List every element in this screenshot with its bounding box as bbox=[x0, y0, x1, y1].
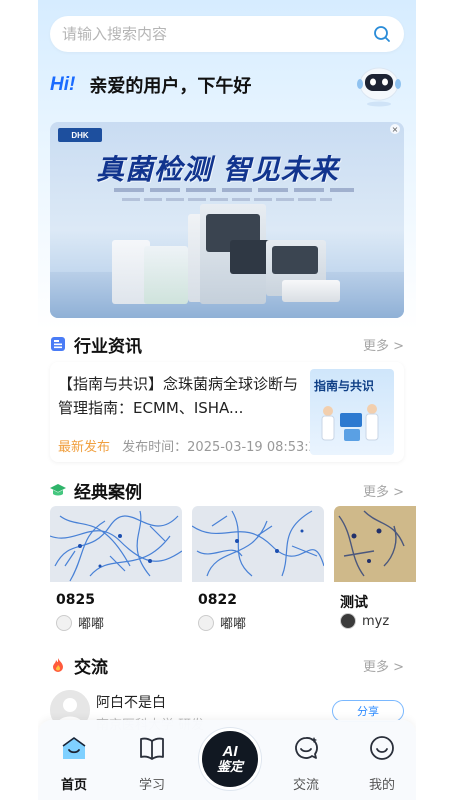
ai-identify-button[interactable]: AI 鉴定 bbox=[199, 728, 261, 790]
case-author-name: 嘟嘟 bbox=[78, 617, 105, 632]
case-title: 测试 bbox=[340, 595, 368, 611]
news-icon bbox=[51, 337, 65, 351]
case-image bbox=[192, 506, 324, 582]
greeting: Hi! 亲爱的用户，下午好 bbox=[50, 72, 251, 98]
news-time: 发布时间：2025-03-19 08:53:20 bbox=[122, 440, 326, 455]
robot-assistant-icon[interactable] bbox=[356, 62, 402, 108]
search-bar[interactable] bbox=[50, 16, 404, 52]
tab-label: 首页 bbox=[60, 778, 87, 793]
news-section-header: 行业资讯 更多 > bbox=[50, 332, 404, 357]
case-image bbox=[334, 506, 416, 582]
home-icon bbox=[62, 737, 86, 759]
tab-label: 学习 bbox=[138, 778, 165, 793]
case-author-name: 嘟嘟 bbox=[220, 617, 247, 632]
news-more-link[interactable]: 更多 > bbox=[363, 335, 404, 354]
tab-home[interactable]: 首页 bbox=[44, 734, 104, 793]
cases-section-header: 经典案例 更多 > bbox=[50, 478, 404, 503]
case-card[interactable]: 测试 myz bbox=[334, 506, 416, 636]
avatar bbox=[198, 614, 214, 631]
case-author-name: myz bbox=[362, 613, 390, 629]
news-card[interactable]: 【指南与共识】念珠菌病全球诊断与管理指南：ECMM、ISHA... 最新发布 发… bbox=[50, 362, 404, 462]
news-tag: 最新发布 bbox=[58, 440, 111, 455]
tab-mine[interactable]: 我的 bbox=[352, 734, 412, 793]
book-icon bbox=[140, 737, 164, 760]
banner-title: 真菌检测 智见未来 bbox=[96, 153, 339, 186]
graduation-cap-icon bbox=[50, 484, 66, 496]
promo-banner[interactable]: DHK × 真菌检测 智见未来 bbox=[50, 122, 404, 318]
tab-label: 交流 bbox=[292, 778, 319, 793]
news-title: 【指南与共识】念珠菌病全球诊断与管理指南：ECMM、ISHA... bbox=[58, 375, 299, 417]
chat-icon bbox=[295, 737, 318, 759]
post-author-name: 阿白不是白 bbox=[96, 695, 166, 711]
fire-icon bbox=[53, 658, 63, 672]
exchange-section-header: 交流 更多 > bbox=[50, 653, 404, 678]
search-icon[interactable] bbox=[372, 24, 392, 44]
cases-section-title: 经典案例 bbox=[74, 482, 142, 503]
instrument-image bbox=[282, 280, 340, 302]
avatar bbox=[56, 614, 72, 631]
tab-label: 我的 bbox=[368, 778, 395, 793]
case-author: myz bbox=[340, 613, 389, 629]
news-section-title: 行业资讯 bbox=[74, 336, 142, 357]
bottom-tab-bar: 首页 学习 AI 鉴定 交流 我的 bbox=[38, 720, 416, 800]
case-title: 0825 bbox=[56, 592, 95, 608]
case-card[interactable]: 0825 嘟嘟 bbox=[50, 506, 182, 636]
greeting-text: 亲爱的用户，下午好 bbox=[89, 76, 252, 97]
instrument-image bbox=[272, 246, 318, 274]
news-meta: 最新发布 发布时间：2025-03-19 08:53:20 bbox=[58, 436, 325, 455]
ai-button-line1: AI bbox=[222, 742, 238, 760]
exchange-section-title: 交流 bbox=[74, 657, 108, 678]
case-image bbox=[50, 506, 182, 582]
news-thumbnail: 指南与共识 bbox=[310, 369, 394, 455]
banner-subtitle-line bbox=[114, 188, 354, 192]
greeting-hi: Hi! bbox=[50, 74, 76, 95]
avatar bbox=[340, 613, 356, 629]
tab-exchange[interactable]: 交流 bbox=[276, 734, 336, 793]
doctors-illustration bbox=[321, 404, 379, 441]
close-icon[interactable]: × bbox=[390, 124, 400, 134]
banner-subtitle-line bbox=[122, 198, 332, 201]
case-card[interactable]: 0822 嘟嘟 bbox=[192, 506, 324, 636]
news-thumbnail-text: 指南与共识 bbox=[314, 379, 375, 393]
app-screen: Hi! 亲爱的用户，下午好 DHK × 真菌检测 智见未来 bbox=[38, 0, 416, 800]
case-author: 嘟嘟 bbox=[56, 613, 104, 632]
share-button[interactable]: 分享 bbox=[332, 700, 404, 722]
cases-more-link[interactable]: 更多 > bbox=[363, 481, 404, 500]
instrument-image bbox=[144, 246, 188, 304]
ai-button-line2: 鉴定 bbox=[216, 759, 243, 775]
search-input[interactable] bbox=[62, 25, 372, 43]
smile-icon bbox=[370, 736, 394, 760]
exchange-more-link[interactable]: 更多 > bbox=[363, 656, 404, 675]
tab-study[interactable]: 学习 bbox=[122, 734, 182, 793]
brand-logo: DHK bbox=[58, 128, 102, 142]
case-author: 嘟嘟 bbox=[198, 613, 246, 632]
case-title: 0822 bbox=[198, 592, 237, 608]
